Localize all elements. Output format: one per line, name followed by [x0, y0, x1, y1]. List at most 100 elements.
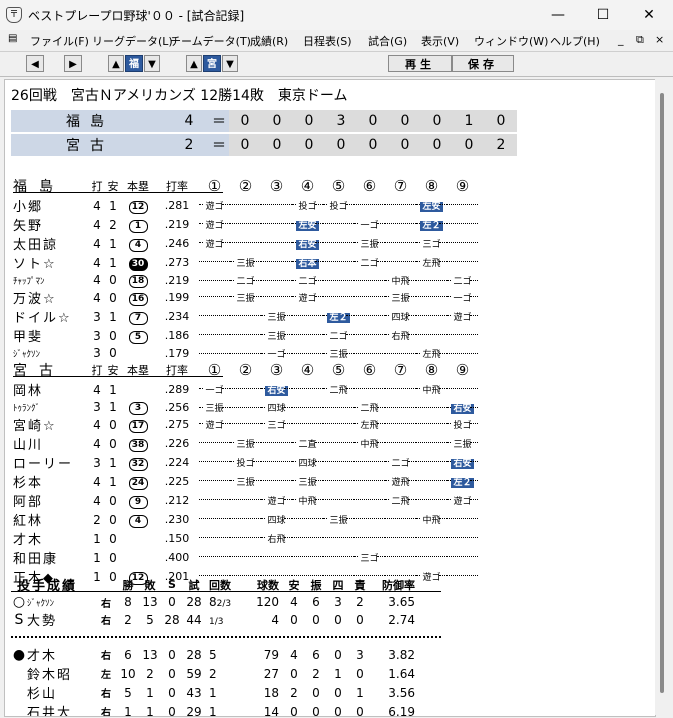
batter-row[interactable]: ﾄｩﾗﾝｸﾞ 3 1 3 .256 三振 四球 二飛 右安	[13, 399, 478, 415]
batter-row[interactable]: 山川 4 0 38 .226 三振 二直 中飛 三振	[13, 434, 478, 453]
linescore-equals: ＝	[209, 110, 229, 132]
pa-result: 右安	[296, 240, 319, 250]
batter-row[interactable]: 万波☆ 4 0 16 .199 三振 遊ゴ 三振 一ゴ	[13, 288, 478, 307]
batter-row[interactable]: 和田康 1 0 .400 三ゴ	[13, 548, 478, 567]
team1-down-button[interactable]: ▼	[144, 55, 160, 72]
pitcher-row[interactable]: 石井大 右 1 1 0 29 1 14 0 0 0 0 6.19	[11, 702, 415, 717]
plate-appearance	[323, 529, 354, 548]
pa-result: 遊飛	[390, 478, 411, 488]
prev-game-button[interactable]: ◀	[26, 55, 44, 72]
menu-team-data[interactable]: チームデータ(T)	[170, 33, 251, 49]
menu-league-data[interactable]: リーグデータ(L)	[92, 33, 173, 49]
plate-appearance	[292, 326, 323, 345]
batter-h: 1	[109, 236, 117, 251]
batter-hr: 17	[121, 415, 155, 434]
play-button[interactable]: 再生	[388, 55, 452, 72]
menu-window[interactable]: ウィンドウ(W)	[474, 33, 548, 49]
close-button[interactable]: ✕	[626, 0, 672, 30]
pitcher-ip-frac: 2/3	[216, 599, 232, 609]
pitcher-s: 0	[168, 666, 176, 681]
batter-row[interactable]: ドイル☆ 3 1 7 .234 三振 左２ 四球 遊ゴ	[13, 307, 478, 326]
plate-appearance: 遊ゴ	[199, 415, 230, 434]
plate-appearance	[230, 196, 261, 215]
batter-row[interactable]: 小郷 4 1 12 .281 遊ゴ 投ゴ 投ゴ 左安	[13, 196, 478, 215]
batter-row[interactable]: 甲斐 3 0 5 .186 三振 二ゴ 右飛	[13, 326, 478, 345]
pitcher-row[interactable]: 杉山右 5 1 0 43 1 18 2 0 0 1 3.56	[11, 683, 415, 703]
batter-row[interactable]: 岡林 4 1 .289 一ゴ 右安 二飛 中飛	[13, 380, 478, 399]
pitcher-row[interactable]: 鈴木昭左 10 2 0 59 2 27 0 2 1 0 1.64	[11, 664, 415, 684]
col-inning: ⑨	[455, 177, 470, 195]
batter-row[interactable]: 矢野 4 2 1 .219 遊ゴ 左安 一ゴ 左２	[13, 215, 478, 234]
pa-result: 二ゴ	[359, 259, 380, 269]
pitcher-row[interactable]: ● 才木右 6 13 0 28 5 79 4 6 0 3 3.82	[11, 645, 415, 665]
next-game-button[interactable]: ▶	[64, 55, 82, 72]
batter-row[interactable]: 太田諒 4 1 4 .246 遊ゴ 右安 三振 三ゴ	[13, 234, 478, 253]
batter-row[interactable]: 紅林 2 0 4 .230 四球 三振 中飛	[13, 510, 478, 529]
pitcher-row[interactable]: ○ ｼﾞｬｸｿﾝ右 8 13 0 28 82/3 120 4 6 3 2 3.65	[11, 594, 415, 610]
batter-ab: 4	[93, 417, 101, 432]
batter-row[interactable]: 宮崎☆ 4 0 17 .275 遊ゴ 三ゴ 左飛 投ゴ	[13, 415, 478, 434]
batter-row[interactable]: 才木 1 0 .150 右飛	[13, 529, 478, 548]
save-button[interactable]: 保存	[452, 55, 514, 72]
mdi-minimize-button[interactable]: _	[618, 33, 624, 46]
batter-ab: 3	[93, 400, 101, 414]
maximize-button[interactable]: ☐	[580, 0, 626, 30]
batter-row[interactable]: ﾁｬｯﾌﾟﾏﾝ 4 0 18 .219 二ゴ 二ゴ 中飛 二ゴ	[13, 272, 478, 288]
plate-appearance: 四球	[292, 453, 323, 472]
plate-appearance	[292, 415, 323, 434]
col-avg: 打率	[166, 364, 188, 377]
mdi-close-button[interactable]: ×	[655, 33, 664, 46]
pa-result: 三振	[328, 349, 349, 360]
batter-avg: .400	[164, 551, 190, 564]
plate-appearance	[261, 288, 292, 307]
plate-appearance: 投ゴ	[292, 196, 323, 215]
mdi-doc-icon[interactable]: ▤	[8, 33, 17, 44]
team2-down-button[interactable]: ▼	[222, 55, 238, 72]
team1-select[interactable]: 福	[125, 55, 143, 72]
pitcher-era: 2.74	[388, 612, 415, 627]
pitcher-ip: 1/3	[205, 610, 245, 629]
col-inning: ②	[238, 177, 253, 195]
batter-row[interactable]: ソト☆ 4 1 30 .273 三振 右本 二ゴ 左飛	[13, 253, 478, 272]
plate-appearance	[447, 548, 478, 567]
batter-row[interactable]: ローリー 3 1 32 .224 投ゴ 四球 二ゴ 右安	[13, 453, 478, 472]
pitcher-l: 13	[142, 647, 158, 662]
pa-result: 左２	[451, 478, 474, 488]
menu-stats[interactable]: 成績(R)	[250, 33, 288, 49]
vertical-scrollbar[interactable]	[655, 79, 669, 715]
scrollbar-thumb[interactable]	[660, 93, 664, 693]
col-inning: ⑨	[455, 361, 470, 379]
plate-appearance: 左安	[416, 196, 447, 215]
pitcher-g: 28	[186, 595, 202, 609]
plate-appearance	[354, 510, 385, 529]
plate-appearance	[416, 434, 447, 453]
pitcher-name: 鈴木昭	[27, 668, 73, 683]
minimize-button[interactable]: —	[535, 0, 581, 30]
game-record-panel: 26回戦 宮古Ｎアメリカンズ 12勝14敗 東京ドーム 福島 4 ＝ 0 0 0 3 0 0 0 1…	[4, 79, 656, 717]
batter-row[interactable]: ｼﾞｬｸｿﾝ 3 0 .179 一ゴ 三振 左飛	[13, 345, 478, 361]
plate-appearance	[385, 345, 416, 361]
team2-select[interactable]: 宮	[203, 55, 221, 72]
menu-help[interactable]: ヘルプ(H)	[550, 33, 600, 49]
pitcher-row[interactable]: S 大勢右 2 5 28 44 1/3 4 0 0 0 0 2.74	[11, 610, 415, 630]
plate-appearance	[292, 380, 323, 399]
batter-name: 万波☆	[13, 292, 57, 307]
batter-name: ローリー	[13, 457, 74, 472]
batter-name: ﾁｬｯﾌﾟﾏﾝ	[13, 276, 45, 287]
pa-result: 二ゴ	[390, 459, 411, 469]
batter-row[interactable]: 阿部 4 0 9.212 遊ゴ 中飛 二飛 遊ゴ	[13, 491, 478, 510]
mdi-restore-button[interactable]: ⧉	[636, 33, 644, 47]
menu-schedule[interactable]: 日程表(S)	[303, 33, 352, 49]
batter-row[interactable]: 杉本 4 1 24 .225 三振 三振 遊飛 左２	[13, 472, 478, 491]
team1-up-button[interactable]: ▲	[108, 55, 124, 72]
menu-view[interactable]: 表示(V)	[421, 33, 459, 49]
pitcher-hand: 右	[101, 616, 111, 627]
batter-hr: 4	[121, 234, 155, 253]
plate-appearance: 二ゴ	[292, 272, 323, 288]
menu-game[interactable]: 試合(G)	[368, 33, 407, 49]
menu-file[interactable]: ファイル(F)	[30, 33, 89, 49]
pa-result: 二ゴ	[297, 276, 318, 287]
pitcher-s: 0	[168, 595, 176, 609]
plate-appearance	[354, 345, 385, 361]
team2-up-button[interactable]: ▲	[186, 55, 202, 72]
